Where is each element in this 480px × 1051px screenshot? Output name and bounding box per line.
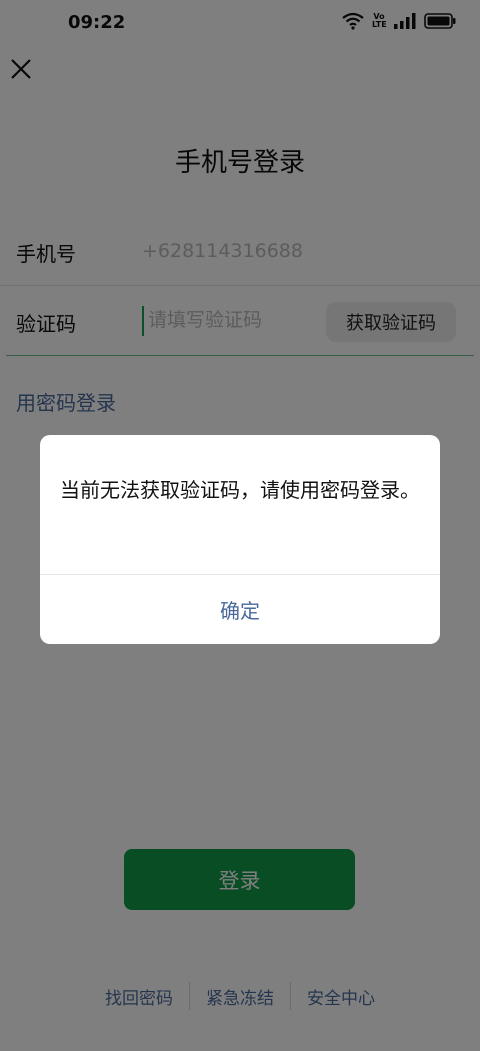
alert-dialog: 当前无法获取验证码，请使用密码登录。 确定 [40, 435, 440, 644]
dialog-message: 当前无法获取验证码，请使用密码登录。 [60, 478, 420, 502]
dialog-confirm-button[interactable]: 确定 [40, 575, 440, 644]
